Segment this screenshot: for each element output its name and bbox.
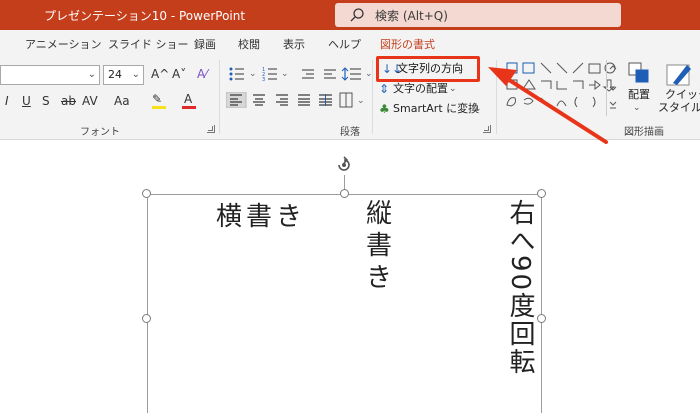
horizontal-text[interactable]: 横書き (216, 196, 306, 233)
text-direction-label: 文字列の方向 (397, 62, 463, 75)
paragraph-group-label: 段落 (340, 127, 360, 138)
quick-style-label-2[interactable]: スタイル (658, 101, 700, 115)
tab-review[interactable]: 校閲 (238, 36, 260, 52)
grow-font-icon[interactable]: A^ (151, 67, 169, 81)
chevron-down-icon[interactable]: ⌄ (633, 101, 641, 115)
clear-format-icon[interactable]: A⁄ (197, 67, 207, 81)
tab-help[interactable]: ヘルプ (328, 36, 361, 52)
shrink-font-icon[interactable]: A˅ (172, 67, 186, 81)
smartart-icon[interactable]: ♣ (379, 102, 390, 116)
group-divider (372, 60, 373, 134)
rotate-handle-icon[interactable] (335, 156, 353, 174)
chevron-down-icon: ⌄ (131, 69, 140, 80)
textbox-selection-frame[interactable] (147, 194, 542, 413)
arrange-icon[interactable] (627, 61, 651, 85)
highlight-color-bar (152, 106, 166, 109)
resize-handle-top[interactable] (340, 189, 349, 198)
search-placeholder: 検索 (Alt+Q) (375, 9, 448, 23)
window-title: プレゼンテーション10 - PowerPoint (44, 9, 246, 23)
ribbon-tabs: アニメーション スライド ショー 録画 校閲 表示 ヘルプ 図形の書式 (0, 30, 700, 56)
chevron-down-icon[interactable]: ⌄ (474, 102, 482, 116)
arrange-button[interactable]: 配置 (628, 88, 650, 102)
align-text-icon[interactable]: ⇕ (379, 82, 389, 96)
search-input[interactable]: 検索 (Alt+Q) (335, 3, 621, 27)
resize-handle-left[interactable] (142, 314, 151, 323)
rotation-connector (344, 175, 345, 190)
paragraph-dialog-launcher-icon[interactable] (483, 125, 491, 133)
group-divider (219, 60, 220, 134)
title-bar: プレゼンテーション10 - PowerPoint 検索 (Alt+Q) (0, 0, 700, 30)
tab-view[interactable]: 表示 (283, 36, 305, 52)
align-text-button[interactable]: 文字の配置 (393, 82, 448, 96)
chevron-down-icon: ⌄ (457, 64, 465, 74)
search-icon (350, 8, 364, 22)
highlight-icon[interactable]: ✎ (152, 92, 162, 106)
gallery-scrollbar[interactable] (606, 60, 618, 116)
quick-style-label[interactable]: クイック (665, 88, 700, 102)
font-size-field[interactable]: 24 ⌄ (103, 65, 144, 85)
strikethrough-button[interactable]: ab (61, 94, 76, 108)
font-size-value: 24 (108, 68, 122, 81)
chevron-down-icon: ⌄ (87, 69, 96, 80)
svg-text:3: 3 (262, 77, 265, 82)
chevron-down-icon[interactable]: ⌄ (449, 82, 457, 96)
italic-button[interactable]: I (5, 94, 9, 108)
font-dialog-launcher-icon[interactable] (207, 125, 215, 133)
character-spacing-button[interactable]: AV (82, 94, 98, 108)
tab-shape-format[interactable]: 図形の書式 (380, 36, 435, 52)
tab-slideshow[interactable]: スライド ショー (108, 36, 189, 52)
font-group-label: フォント (80, 127, 120, 138)
vertical-text[interactable]: 縦書き (364, 198, 394, 294)
text-direction-button[interactable]: ↓↓ 文字列の方向 ⌄ (376, 56, 480, 82)
chevron-down-icon[interactable]: ⌄ (249, 67, 257, 81)
chevron-down-icon[interactable]: ⌄ (357, 94, 365, 108)
drawing-group-label: 図形描画 (624, 127, 664, 138)
tab-animations[interactable]: アニメーション (25, 36, 102, 52)
shadow-button[interactable]: S (42, 94, 50, 108)
shapes-gallery[interactable] (503, 60, 618, 116)
quick-style-icon[interactable] (665, 59, 695, 89)
font-name-field[interactable]: ⌄ (0, 65, 100, 85)
convert-smartart-button[interactable]: SmartArt に変換 (393, 102, 479, 116)
resize-handle-top-right[interactable] (537, 189, 546, 198)
change-case-button[interactable]: Aa (114, 94, 130, 108)
chevron-down-icon[interactable]: ⌄ (281, 67, 289, 81)
shape-icons (506, 62, 616, 108)
resize-handle-top-left[interactable] (142, 189, 151, 198)
group-divider (496, 60, 497, 134)
font-color-bar (182, 106, 196, 109)
tab-record[interactable]: 録画 (194, 36, 216, 52)
underline-button[interactable]: U (22, 94, 31, 108)
alignment-icons[interactable] (226, 92, 354, 108)
rotated-text[interactable]: 右へ90度回転 (502, 199, 539, 376)
font-color-icon[interactable]: A (184, 92, 192, 106)
